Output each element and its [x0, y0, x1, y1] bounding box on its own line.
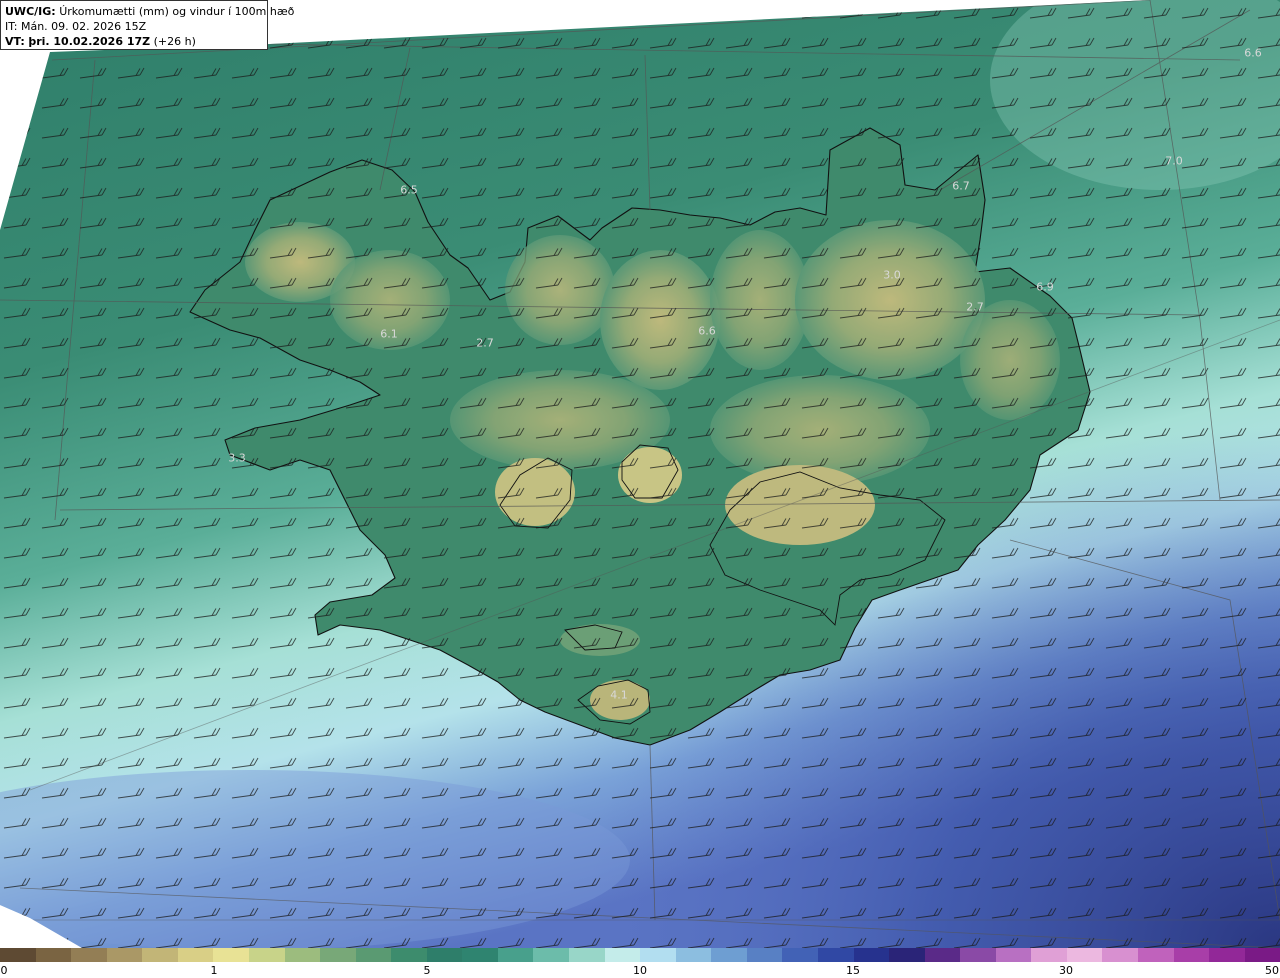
map-value-label: 3.0 — [883, 268, 901, 282]
colorbar-tick: 50 — [1265, 964, 1279, 977]
init-prefix: IT: — [5, 20, 18, 33]
colorbar-segment — [711, 948, 747, 962]
colorbar-segment — [248, 948, 285, 962]
map-value-label: 4.1 — [610, 688, 628, 702]
model-name: UWC/IG: — [5, 5, 56, 18]
map-value-label: 6.5 — [400, 183, 418, 197]
colorbar-segment — [746, 948, 783, 962]
colorbar-strip — [0, 948, 1280, 962]
weather-map-view: UWC/IG: Úrkomumætti (mm) og vindur í 100… — [0, 0, 1280, 978]
colorbar-segment — [995, 948, 1032, 962]
colorbar-segment — [1102, 948, 1138, 962]
colorbar-segment — [106, 948, 143, 962]
colorbar-segment — [35, 948, 72, 962]
lead-time: (+26 h) — [153, 35, 196, 48]
valid-prefix: VT: — [5, 35, 25, 48]
map-value-label: 6.6 — [698, 324, 716, 338]
colorbar-segment — [782, 948, 818, 962]
colorbar-tick: 15 — [846, 964, 860, 977]
map-value-label: 6.7 — [952, 179, 970, 193]
colorbar-segment — [213, 948, 249, 962]
colorbar-segment — [462, 948, 498, 962]
valid-time: þri. 10.02.2026 17Z — [28, 35, 151, 48]
colorbar-segment — [533, 948, 569, 962]
colorbar-tick: 0 — [0, 964, 8, 977]
colorbar-tick: 5 — [423, 964, 431, 977]
colorbar-segment — [426, 948, 463, 962]
valid-time-line: VT: þri. 10.02.2026 17Z (+26 h) — [5, 34, 263, 49]
colorbar-segment — [1173, 948, 1210, 962]
colorbar-segment — [1031, 948, 1067, 962]
colorbar-segment — [853, 948, 890, 962]
colorbar-segment — [1209, 948, 1245, 962]
colorbar-tick: 30 — [1059, 964, 1073, 977]
colorbar-tick: 10 — [633, 964, 647, 977]
precipitation-map — [0, 0, 1280, 948]
map-value-label: 3.3 — [228, 451, 246, 465]
map-value-label: 6.1 — [380, 327, 398, 341]
colorbar-segment — [142, 948, 178, 962]
colorbar-segment — [960, 948, 996, 962]
colorbar-segment — [1138, 948, 1174, 962]
colorbar-segment — [0, 948, 36, 962]
colorbar-segment — [1244, 948, 1280, 962]
colorbar-segment — [889, 948, 925, 962]
map-value-label: 6.9 — [1036, 280, 1054, 294]
colorbar-segment — [71, 948, 107, 962]
colorbar-segment — [640, 948, 676, 962]
init-time-line: IT: Mán. 09. 02. 2026 15Z — [5, 19, 263, 34]
map-value-label: 6.6 — [1244, 46, 1262, 60]
colorbar-segment — [924, 948, 961, 962]
map-value-label: 2.7 — [966, 300, 984, 314]
colorbar-tick: 1 — [210, 964, 218, 977]
colorbar-segment — [1066, 948, 1103, 962]
init-time: Mán. 09. 02. 2026 15Z — [20, 20, 147, 33]
title-line: UWC/IG: Úrkomumætti (mm) og vindur í 100… — [5, 4, 294, 19]
colorbar-segment — [675, 948, 712, 962]
precipitation-colorbar: 0 1 5 10 15 30 50 — [0, 948, 1280, 978]
colorbar-segment — [355, 948, 392, 962]
colorbar-segment — [817, 948, 854, 962]
field-description: Úrkomumætti (mm) og vindur í 100m hæð — [59, 5, 295, 18]
colorbar-segment — [391, 948, 427, 962]
colorbar-segment — [569, 948, 605, 962]
map-value-label: 2.7 — [476, 336, 494, 350]
colorbar-segment — [604, 948, 641, 962]
colorbar-segment — [320, 948, 356, 962]
map-value-label: 7.0 — [1165, 154, 1183, 168]
colorbar-segment — [177, 948, 214, 962]
colorbar-segment — [284, 948, 321, 962]
map-title-box: UWC/IG: Úrkomumætti (mm) og vindur í 100… — [0, 0, 294, 50]
colorbar-segment — [497, 948, 534, 962]
